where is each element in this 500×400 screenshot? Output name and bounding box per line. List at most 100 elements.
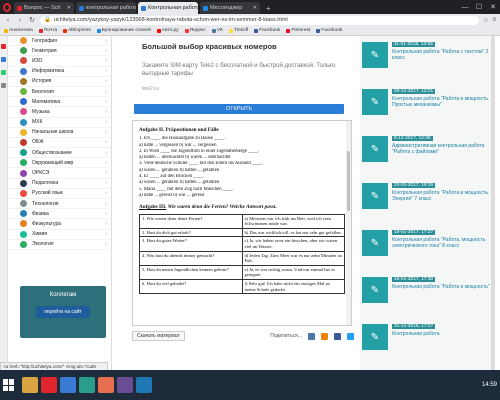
sidebar-item[interactable]: Педагогика › bbox=[8, 179, 111, 189]
document-scrollbar[interactable] bbox=[346, 121, 351, 325]
browser-tab[interactable]: Вопрос — Sch ✕ bbox=[14, 2, 74, 14]
bookmark-item[interactable]: Авто.ру bbox=[156, 28, 179, 33]
taskbar-app-icon[interactable] bbox=[98, 377, 114, 393]
browser-tab-bar: Вопрос — Sch✕контрольная работа по тем✕К… bbox=[0, 0, 500, 14]
bookmark-item[interactable]: Бронирование отелей bbox=[96, 28, 151, 33]
sidebar-item[interactable]: Музыка › bbox=[8, 107, 111, 118]
related-item[interactable]: ✎ 18-01-2017, 17:27 Контрольная работа "Ра… bbox=[360, 228, 495, 264]
sidebar-item[interactable]: Начальная школа › bbox=[8, 128, 111, 138]
sidebar-item[interactable]: ИЗО › bbox=[8, 56, 111, 67]
bookmark-item[interactable]: Аналитика bbox=[4, 28, 33, 33]
bookmark-item[interactable]: Яндекс bbox=[184, 28, 206, 33]
sidebar-item[interactable]: Информатика › bbox=[8, 67, 111, 77]
bookmark-item[interactable]: Facebook bbox=[254, 28, 280, 33]
related-item[interactable]: ✎ 16-01-2017, 17:30 Контрольная работа "Ра… bbox=[360, 275, 495, 311]
document-preview[interactable]: Aufgabe II. Präpositionen und Fälle 1. I… bbox=[132, 120, 352, 326]
tab-favicon-icon bbox=[203, 5, 208, 11]
tab-close-icon[interactable]: ✕ bbox=[251, 5, 257, 11]
ad-domain[interactable]: tele2.ru bbox=[142, 86, 159, 92]
start-button[interactable] bbox=[3, 379, 15, 391]
sidebar-item[interactable]: Геометрия › bbox=[8, 46, 111, 57]
related-item-title[interactable]: Контрольная работа "Работа с текстом" 2 … bbox=[392, 49, 495, 62]
related-item[interactable]: ✎ 23-01-2017, 19:25 Контрольная работа "Ра… bbox=[360, 181, 495, 217]
subject-icon bbox=[20, 169, 27, 177]
opera-logo-icon[interactable] bbox=[0, 0, 14, 14]
browser-tab[interactable]: Мессенджер ✕ bbox=[200, 2, 260, 14]
sidebar-item[interactable]: Математика › bbox=[8, 97, 111, 108]
minimize-icon[interactable]: — bbox=[458, 4, 472, 11]
taskbar-app-icon[interactable] bbox=[79, 377, 95, 393]
page-scrollbar[interactable] bbox=[491, 36, 495, 370]
browser-tab[interactable]: Контрольная работа "Сила✕ bbox=[138, 2, 198, 14]
chevron-right-icon: › bbox=[105, 139, 107, 146]
related-item-title[interactable]: Административная контрольная работа "Раб… bbox=[392, 143, 495, 156]
related-item[interactable]: ✎ 11-01-2018, 13:56 Контрольная работа "Ра… bbox=[360, 40, 495, 76]
sidebar-item[interactable]: Экология › bbox=[8, 240, 111, 250]
bookmark-label: Tinkoff bbox=[234, 28, 249, 33]
new-tab-button[interactable]: + bbox=[262, 2, 275, 14]
twitter-share-icon[interactable] bbox=[347, 332, 354, 340]
reload-icon[interactable]: ↻ bbox=[28, 16, 36, 24]
sidebar-item-label: Русский язык bbox=[32, 190, 63, 197]
browser-tab[interactable]: контрольная работа по тем✕ bbox=[76, 2, 136, 14]
history-icon[interactable] bbox=[1, 83, 6, 88]
tab-label: Контрольная работа "Сила bbox=[148, 5, 198, 11]
ad-open-button[interactable]: ОТКРЫТЬ bbox=[134, 104, 344, 114]
related-item-title[interactable]: Контрольная работа "Работа и мощность. П… bbox=[392, 96, 495, 109]
opera-sidebar-icon[interactable] bbox=[1, 44, 6, 49]
bookmark-item[interactable]: Почта bbox=[38, 28, 57, 33]
facebook-share-icon[interactable] bbox=[334, 332, 341, 340]
related-item-title[interactable]: Контрольная работа "Работа, мощность эле… bbox=[392, 237, 495, 250]
bookmark-label: Facebook bbox=[259, 28, 281, 33]
sidebar-item[interactable]: Физика › bbox=[8, 209, 111, 220]
sidebar-item-label: Информатика bbox=[32, 68, 65, 75]
taskbar-app-icon[interactable] bbox=[117, 377, 133, 393]
bookmark-star-icon[interactable]: ☆ bbox=[483, 17, 488, 24]
menu-icon[interactable]: ≡ bbox=[492, 17, 496, 24]
ad-title[interactable]: Большой выбор красивых номеров bbox=[142, 42, 277, 51]
related-item[interactable]: ✎ 29-12-2017, 12:01 Контрольная работа "Ра… bbox=[360, 87, 495, 123]
related-item[interactable]: ✎ 31-12-2016, 17:27 Контрольная работа bbox=[360, 322, 495, 358]
related-item-title[interactable]: Контрольная работа bbox=[392, 331, 495, 337]
go-to-site-button[interactable]: перейти на сайт bbox=[36, 306, 90, 318]
related-item[interactable]: ✎ 8-12-2017, 12:38 Административная контро… bbox=[360, 134, 495, 170]
subject-icon bbox=[20, 98, 27, 106]
sidebar-item[interactable]: Окружающий мир › bbox=[8, 158, 111, 169]
tab-close-icon[interactable]: ✕ bbox=[65, 5, 71, 11]
sidebar-item[interactable]: История › bbox=[8, 77, 111, 87]
back-icon[interactable]: ‹ bbox=[4, 17, 12, 24]
taskbar-app-icon[interactable] bbox=[22, 377, 38, 393]
bookmark-favicon-icon bbox=[63, 28, 68, 33]
sidebar-item[interactable]: Химия › bbox=[8, 230, 111, 240]
sidebar-item[interactable]: МХК › bbox=[8, 118, 111, 128]
sidebar-item[interactable]: Технология › bbox=[8, 199, 111, 210]
messenger-icon[interactable] bbox=[1, 57, 6, 62]
sidebar-item[interactable]: Физкультура › bbox=[8, 219, 111, 230]
related-item-title[interactable]: Контрольная работа "Работа и мощность. Э… bbox=[392, 190, 495, 203]
download-button[interactable]: Скачать материал bbox=[132, 331, 185, 341]
bookmark-item[interactable]: Tinkoff bbox=[229, 28, 248, 33]
sidebar-item-label: Физкультура bbox=[32, 220, 62, 227]
sidebar-item[interactable]: Русский язык › bbox=[8, 189, 111, 199]
sidebar-item[interactable]: Обществознание › bbox=[8, 148, 111, 159]
sidebar-item[interactable]: ОРКСЭ › bbox=[8, 168, 111, 179]
sidebar-item[interactable]: Биология › bbox=[8, 87, 111, 98]
sidebar-item[interactable]: География › bbox=[8, 36, 111, 47]
ok-share-icon[interactable] bbox=[321, 332, 328, 340]
colleagues-box: Коллегам перейти на сайт bbox=[20, 286, 106, 338]
whatsapp-icon[interactable] bbox=[1, 70, 6, 75]
url-field[interactable]: 🔒 uchitelya.com/yazykoy-yazyk/123068-kon… bbox=[40, 15, 480, 25]
maximize-icon[interactable]: ☐ bbox=[472, 3, 486, 11]
bookmark-item[interactable]: Pinterest bbox=[286, 28, 310, 33]
forward-icon[interactable]: › bbox=[16, 17, 24, 24]
related-item-title[interactable]: Контрольная работа "Работа и мощность" bbox=[392, 284, 495, 290]
vk-share-icon[interactable] bbox=[308, 332, 315, 340]
taskbar-app-icon[interactable] bbox=[60, 377, 76, 393]
bookmark-item[interactable]: AliExpress bbox=[63, 28, 91, 33]
bookmark-item[interactable]: VK bbox=[211, 28, 223, 33]
sidebar-item[interactable]: ОБЖ › bbox=[8, 138, 111, 149]
bookmark-item[interactable]: Facebook bbox=[316, 28, 342, 33]
close-icon[interactable]: ✕ bbox=[486, 3, 500, 11]
taskbar-app-icon[interactable] bbox=[136, 377, 152, 393]
taskbar-app-icon[interactable] bbox=[41, 377, 57, 393]
